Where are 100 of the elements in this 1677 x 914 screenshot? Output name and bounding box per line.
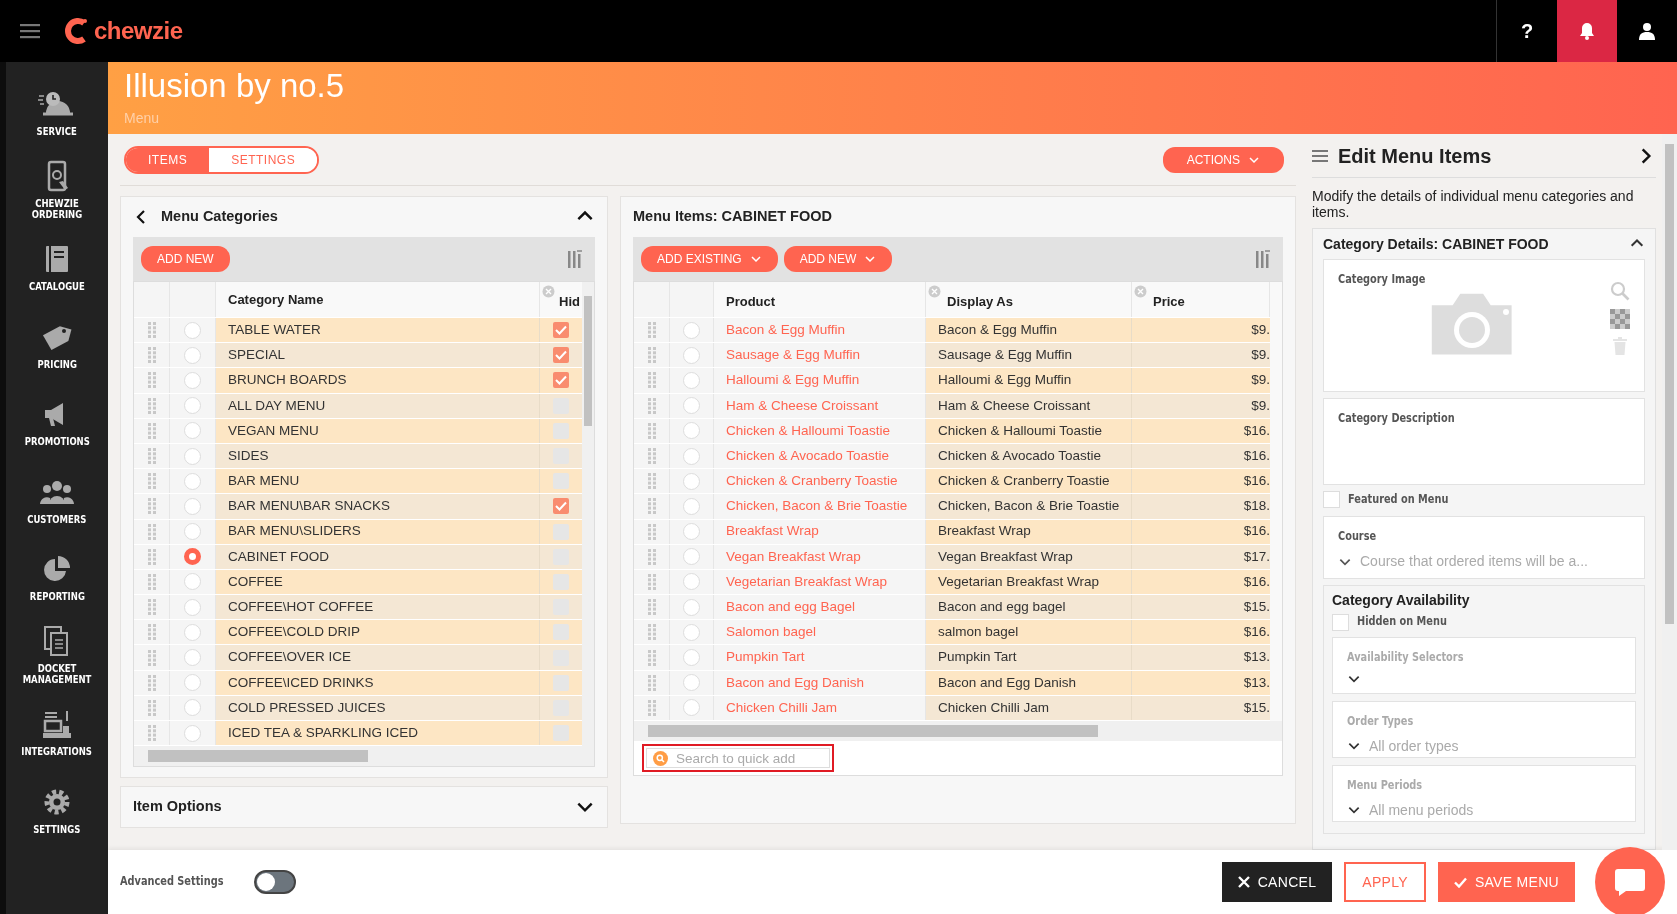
checkbox[interactable]: [553, 322, 569, 339]
table-cell-text: Vegan Breakfast Wrap: [938, 547, 1073, 566]
column-chooser-icon[interactable]: [567, 249, 583, 269]
column-chooser-icon[interactable]: [1255, 249, 1271, 269]
help-button[interactable]: ?: [1497, 0, 1557, 62]
scrollbar[interactable]: [1270, 282, 1282, 721]
drag-handle-icon[interactable]: [147, 624, 156, 641]
drag-handle-icon[interactable]: [147, 422, 156, 439]
scrollbar[interactable]: [582, 282, 594, 747]
sidebar-item[interactable]: CATALOGUE: [6, 229, 108, 307]
scrollbar[interactable]: [134, 746, 594, 767]
clear-icon[interactable]: [542, 285, 555, 298]
sidebar-item[interactable]: INTEGRATIONS: [6, 694, 108, 772]
checkbox[interactable]: [553, 725, 569, 742]
drag-handle-icon[interactable]: [147, 372, 156, 389]
drag-handle-icon[interactable]: [647, 523, 656, 540]
drag-handle-icon[interactable]: [647, 624, 656, 641]
table-cell-text: Bacon and egg bagel: [938, 598, 1066, 617]
description-field[interactable]: Category Description: [1323, 398, 1645, 486]
sidebar-item[interactable]: REPORTING: [6, 539, 108, 617]
add-existing-button[interactable]: ADD EXISTING: [641, 246, 778, 272]
checkbox[interactable]: [553, 624, 569, 641]
add-new-button[interactable]: ADD NEW: [141, 246, 230, 272]
drag-handle-icon[interactable]: [647, 473, 656, 490]
drag-handle-icon[interactable]: [647, 573, 656, 590]
drag-handle-icon[interactable]: [647, 599, 656, 616]
notifications-button[interactable]: [1557, 0, 1617, 62]
drag-handle-icon[interactable]: [147, 548, 156, 565]
clear-icon[interactable]: [928, 285, 941, 298]
drag-handle-icon[interactable]: [647, 347, 656, 364]
dropdown-field[interactable]: Availability Selectors: [1332, 636, 1636, 694]
drag-handle-icon[interactable]: [147, 397, 156, 414]
radio-button[interactable]: [184, 548, 201, 566]
trash-icon[interactable]: [1613, 337, 1627, 356]
drag-handle-icon[interactable]: [647, 372, 656, 389]
sidebar-item[interactable]: CHEWZIE ORDERING: [6, 151, 108, 229]
checkbox[interactable]: [553, 523, 569, 540]
drag-handle-icon[interactable]: [147, 674, 156, 691]
drag-handle-icon[interactable]: [147, 573, 156, 590]
checkbox-label: Featured on Menu: [1348, 491, 1449, 509]
checkbox[interactable]: [553, 347, 569, 364]
clear-icon[interactable]: [1134, 285, 1147, 298]
bell-icon: [1579, 22, 1595, 40]
menu-icon[interactable]: [1312, 148, 1328, 163]
checkbox[interactable]: [553, 674, 569, 691]
panel-title: Menu Categories: [161, 207, 279, 227]
search-icon[interactable]: [1610, 281, 1630, 302]
dropdown-field[interactable]: Menu Periods All menu periods: [1332, 764, 1636, 822]
check-icon: [1453, 876, 1467, 888]
checkbox[interactable]: [553, 498, 569, 515]
drag-handle-icon[interactable]: [647, 448, 656, 465]
drag-handle-icon[interactable]: [147, 347, 156, 364]
toggle-switch[interactable]: [253, 870, 296, 894]
checkbox[interactable]: [1323, 491, 1340, 509]
drag-handle-icon[interactable]: [647, 699, 656, 716]
panel-description: Modify the details of individual menu categories and items.: [1312, 188, 1635, 221]
chat-button[interactable]: [1595, 847, 1665, 914]
checkbox[interactable]: [553, 473, 569, 490]
tab[interactable]: ITEMS: [126, 147, 210, 172]
cancel-button[interactable]: CANCEL: [1221, 862, 1333, 902]
drag-handle-icon[interactable]: [147, 473, 156, 490]
checkbox[interactable]: [1332, 613, 1349, 631]
add-new-button[interactable]: ADD NEW: [783, 246, 893, 272]
course-dropdown[interactable]: Course Course that ordered items will be a...: [1323, 516, 1645, 580]
drag-handle-icon[interactable]: [647, 674, 656, 691]
sidebar-item[interactable]: CUSTOMERS: [6, 461, 108, 539]
sidebar-item[interactable]: DOCKET MANAGEMENT: [6, 616, 108, 694]
drag-handle-icon[interactable]: [647, 649, 656, 666]
save-button[interactable]: SAVE MENU: [1437, 862, 1575, 902]
sidebar-item[interactable]: PROMOTIONS: [6, 384, 108, 462]
drag-handle-icon[interactable]: [147, 599, 156, 616]
drag-handle-icon[interactable]: [647, 422, 656, 439]
scrollbar[interactable]: [634, 721, 1282, 741]
drag-handle-icon[interactable]: [147, 725, 156, 742]
apply-button[interactable]: APPLY: [1344, 862, 1426, 902]
search-field[interactable]: Search to quick add: [642, 744, 834, 772]
drag-handle-icon[interactable]: [147, 322, 156, 339]
drag-handle-icon[interactable]: [647, 548, 656, 565]
drag-handle-icon[interactable]: [147, 699, 156, 716]
drag-handle-icon[interactable]: [147, 523, 156, 540]
sidebar-item[interactable]: SETTINGS: [6, 771, 108, 849]
table-cell-text: $16.: [1243, 623, 1270, 642]
checkbox[interactable]: [553, 422, 569, 439]
drag-handle-icon[interactable]: [147, 498, 156, 515]
checkerboard-icon[interactable]: [1610, 309, 1630, 330]
table-cell-text: COFFEE\HOT COFFEE: [228, 598, 374, 617]
drag-handle-icon[interactable]: [647, 498, 656, 515]
drag-handle-icon[interactable]: [147, 448, 156, 465]
sidebar-item[interactable]: SERVICE: [6, 74, 108, 152]
drag-handle-icon[interactable]: [147, 649, 156, 666]
drag-handle-icon[interactable]: [647, 397, 656, 414]
table-cell-text: $16.: [1243, 472, 1270, 491]
actions-button[interactable]: ACTIONS: [1162, 146, 1284, 173]
checkbox[interactable]: [553, 573, 569, 590]
tab[interactable]: SETTINGS: [209, 147, 318, 172]
drag-handle-icon[interactable]: [647, 322, 656, 339]
checkbox[interactable]: [553, 372, 569, 389]
sidebar-item[interactable]: PRICING: [6, 306, 108, 384]
dropdown-field[interactable]: Order Types All order types: [1332, 700, 1636, 758]
field-label: Category Image: [1338, 271, 1426, 289]
